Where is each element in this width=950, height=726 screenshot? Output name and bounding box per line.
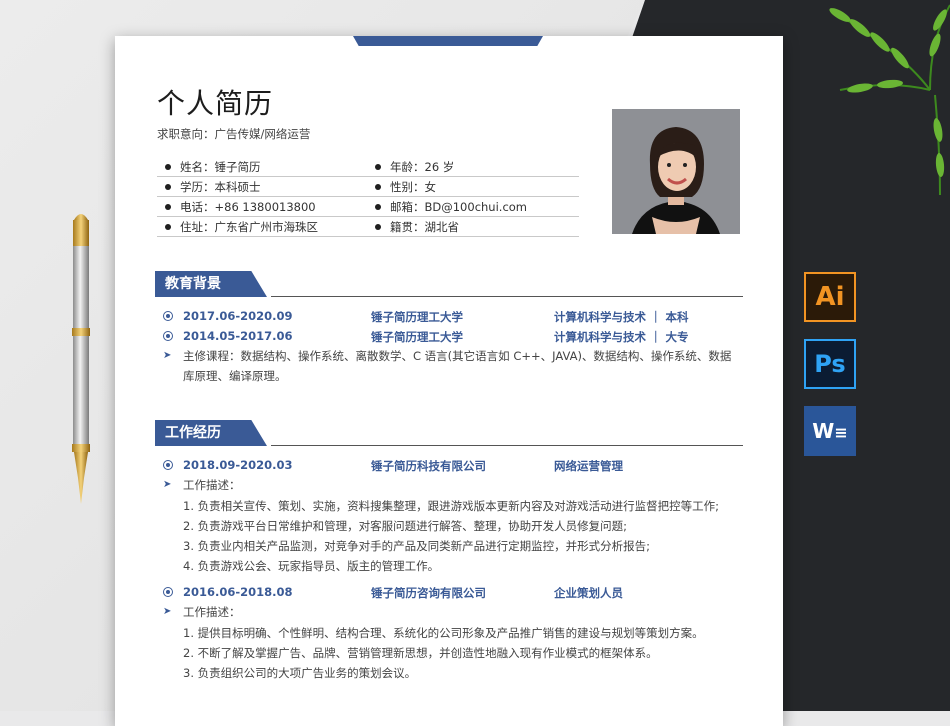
bullet-icon (165, 203, 171, 210)
education-tag: 教育背景 (155, 271, 267, 297)
job-item: 4. 负责游戏公会、玩家指导员、版主的管理工作。 (183, 559, 440, 573)
word-label: W (812, 419, 835, 443)
chevron-right-icon: ➤ (163, 606, 172, 617)
edu-major: 计算机科学与技术 ｜ 本科 (554, 310, 689, 324)
education-entry: 2017.06-2020.09 锤子简历理工大学 计算机科学与技术 ｜ 本科 (163, 309, 743, 327)
info-row: 学历：本科硕士 性别：女 (157, 176, 579, 197)
work-tag: 工作经历 (155, 420, 267, 446)
ai-app-icon: Ai (804, 272, 856, 322)
job-item: 3. 负责组织公司的大项广告业务的策划会议。 (183, 666, 417, 680)
info-name: 姓名：锤子简历 (180, 160, 261, 174)
target-bullet-icon (163, 311, 173, 321)
job-date: 2018.09-2020.03 (183, 458, 293, 472)
document-lines-icon: ≡ (834, 423, 848, 442)
chevron-right-icon: ➤ (163, 350, 172, 361)
resume-paper: 个人简历 求职意向：广告传媒/网络运营 姓名：锤子简历 年龄：26 岁 学历：本… (115, 36, 783, 726)
ps-app-icon: Ps (804, 339, 856, 389)
job-role: 企业策划人员 (554, 586, 623, 600)
resume-title: 个人简历 (157, 87, 274, 120)
edu-date: 2014.05-2017.06 (183, 329, 293, 343)
bullet-icon (375, 183, 381, 190)
job-item: 2. 不断了解及掌握广告、品牌、营销管理新思想，并创造性地融入现有作业模式的框架… (183, 646, 658, 660)
bullet-icon (165, 163, 171, 170)
job-date: 2016.06-2018.08 (183, 585, 293, 599)
info-row: 姓名：锤子简历 年龄：26 岁 (157, 156, 579, 177)
job-item: 3. 负责业内相关产品监测，对竞争对手的产品及同类新产品进行定期监控，并形式分析… (183, 539, 650, 553)
divider (271, 296, 743, 297)
info-cell-left: 姓名：锤子简历 (165, 159, 261, 175)
info-cell-right: 性别：女 (375, 179, 436, 195)
job-item: 2. 负责游戏平台日常维护和管理，对客服问题进行解答、整理，协助开发人员修复问题… (183, 519, 627, 533)
info-degree: 学历：本科硕士 (180, 180, 261, 194)
job-desc-label: ➤ 工作描述： (163, 602, 743, 622)
info-row: 电话：+86 1380013800 邮箱：BD@100chui.com (157, 196, 579, 217)
info-hometown: 籍贯：湖北省 (390, 220, 459, 234)
work-entry: 2016.06-2018.08 锤子简历咨询有限公司 企业策划人员 (163, 585, 743, 603)
info-phone: 电话：+86 1380013800 (180, 200, 316, 214)
edu-school: 锤子简历理工大学 (371, 310, 463, 324)
job-company: 锤子简历科技有限公司 (371, 459, 486, 473)
courses-line: 库原理、编译原理。 (183, 369, 287, 383)
education-entry: 2014.05-2017.06 锤子简历理工大学 计算机科学与技术 ｜ 大专 (163, 329, 743, 347)
info-address: 住址：广东省广州市海珠区 (180, 220, 318, 234)
chevron-right-icon: ➤ (163, 479, 172, 490)
target-bullet-icon (163, 331, 173, 341)
photo-portrait (612, 109, 740, 234)
bullet-icon (375, 223, 381, 230)
bullet-icon (375, 163, 381, 170)
info-gender: 性别：女 (390, 180, 436, 194)
divider (271, 445, 743, 446)
word-app-icon: W≡ (804, 406, 856, 456)
info-cell-right: 籍贯：湖北省 (375, 219, 459, 235)
pen-icon (72, 214, 90, 504)
target-bullet-icon (163, 460, 173, 470)
job-item: 1. 提供目标明确、个性鲜明、结构合理、系统化的公司形象及产品推广销售的建设与规… (183, 626, 704, 640)
info-cell-left: 电话：+86 1380013800 (165, 199, 316, 215)
info-cell-right: 年龄：26 岁 (375, 159, 454, 175)
desc-label-text: 工作描述： (183, 605, 241, 619)
courses-line: 主修课程：数据结构、操作系统、离散数学、C 语言(其它语言如 C++、JAVA)… (183, 349, 732, 363)
top-accent-tab (353, 36, 543, 46)
job-role: 网络运营管理 (554, 459, 623, 473)
bullet-icon (165, 183, 171, 190)
info-cell-left: 学历：本科硕士 (165, 179, 261, 195)
edu-school: 锤子简历理工大学 (371, 330, 463, 344)
edu-major: 计算机科学与技术 ｜ 大专 (554, 330, 689, 344)
job-item: 1. 负责相关宣传、策划、实施，资料搜集整理，跟进游戏版本更新内容及对游戏活动进… (183, 499, 719, 513)
job-company: 锤子简历咨询有限公司 (371, 586, 486, 600)
job-intent: 求职意向：广告传媒/网络运营 (157, 127, 311, 141)
courses: ➤ 主修课程：数据结构、操作系统、离散数学、C 语言(其它语言如 C++、JAV… (163, 346, 743, 386)
edu-date: 2017.06-2020.09 (183, 309, 293, 323)
info-age: 年龄：26 岁 (390, 160, 455, 174)
work-heading: 工作经历 (155, 420, 743, 446)
courses-text: 主修课程：数据结构、操作系统、离散数学、C 语言(其它语言如 C++、JAVA)… (183, 346, 743, 386)
education-heading: 教育背景 (155, 271, 743, 297)
bullet-icon (375, 203, 381, 210)
desc-label-text: 工作描述： (183, 478, 241, 492)
bullet-icon (165, 223, 171, 230)
info-row: 住址：广东省广州市海珠区 籍贯：湖北省 (157, 216, 579, 237)
info-cell-right: 邮箱：BD@100chui.com (375, 199, 527, 215)
info-cell-left: 住址：广东省广州市海珠区 (165, 219, 318, 235)
job-desc-label: ➤ 工作描述： (163, 475, 743, 495)
target-bullet-icon (163, 587, 173, 597)
plant-decoration (829, 4, 950, 196)
info-email: 邮箱：BD@100chui.com (390, 200, 528, 214)
work-entry: 2018.09-2020.03 锤子简历科技有限公司 网络运营管理 (163, 458, 743, 476)
